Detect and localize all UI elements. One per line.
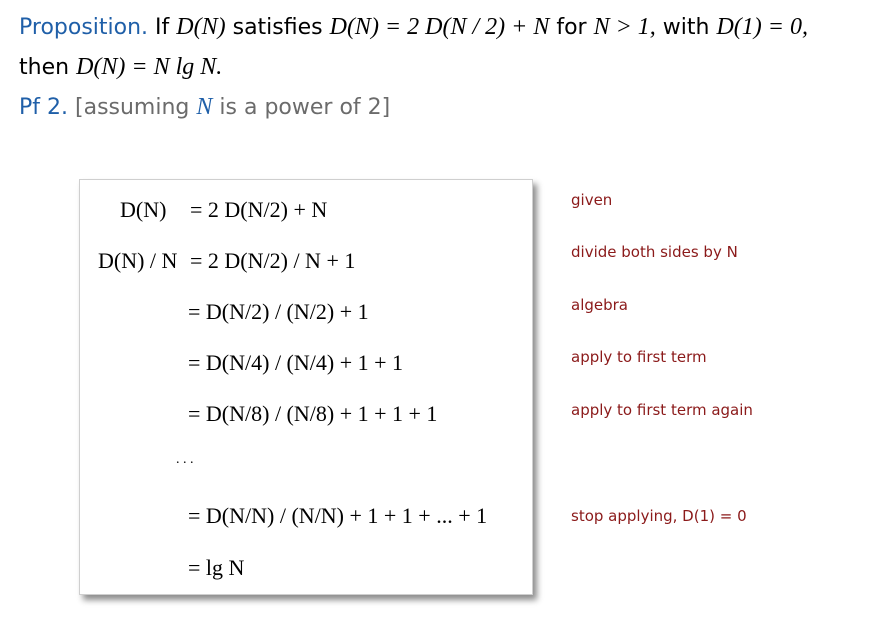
math: D(1) = 0, — [716, 14, 808, 40]
proposition-label: Proposition. — [19, 15, 149, 40]
ellipsis: . . . — [176, 452, 194, 467]
pf-math: N — [196, 94, 213, 120]
text: satisfies — [232, 15, 323, 40]
text: with — [662, 15, 710, 40]
step-lhs: D(N) — [120, 197, 167, 222]
step-rhs: = lg N — [188, 555, 245, 580]
step-note: algebra — [571, 296, 628, 314]
math: D(N) = 2 D(N / 2) + N — [329, 14, 550, 40]
text: If — [155, 15, 170, 40]
step-note: apply to first term again — [571, 401, 753, 419]
step-lhs: D(N) / N — [98, 248, 178, 273]
step-rhs: = D(N/2) / (N/2) + 1 — [188, 299, 369, 324]
step-note: stop applying, D(1) = 0 — [571, 507, 747, 525]
math: N > 1, — [593, 14, 656, 40]
math: D(N) — [176, 14, 226, 40]
proof-box — [79, 179, 533, 595]
text: then — [19, 55, 70, 80]
step-rhs: = D(N/8) / (N/8) + 1 + 1 + 1 — [188, 401, 438, 426]
step-note: apply to first term — [571, 348, 707, 366]
step-rhs: = D(N/N) / (N/N) + 1 + 1 + ... + 1 — [188, 503, 488, 528]
step-note: given — [571, 191, 613, 209]
pf-label: Pf 2. — [19, 95, 68, 120]
step-note: divide both sides by N — [571, 243, 738, 261]
pf-text: is a power of 2] — [219, 95, 391, 120]
text: for — [556, 15, 587, 40]
step-rhs: = 2 D(N/2) / N + 1 — [190, 248, 356, 273]
step-rhs: = 2 D(N/2) + N — [190, 197, 328, 222]
pf-text: [assuming — [75, 95, 190, 120]
proof-heading: Pf 2. [assuming N is a power of 2] — [19, 94, 390, 121]
proposition-line-1: Proposition. If D(N) satisfies D(N) = 2 … — [19, 14, 808, 41]
step-rhs: = D(N/4) / (N/4) + 1 + 1 — [188, 350, 404, 375]
proposition-line-2: then D(N) = N lg N. — [19, 54, 222, 81]
math: D(N) = N lg N. — [76, 54, 223, 80]
